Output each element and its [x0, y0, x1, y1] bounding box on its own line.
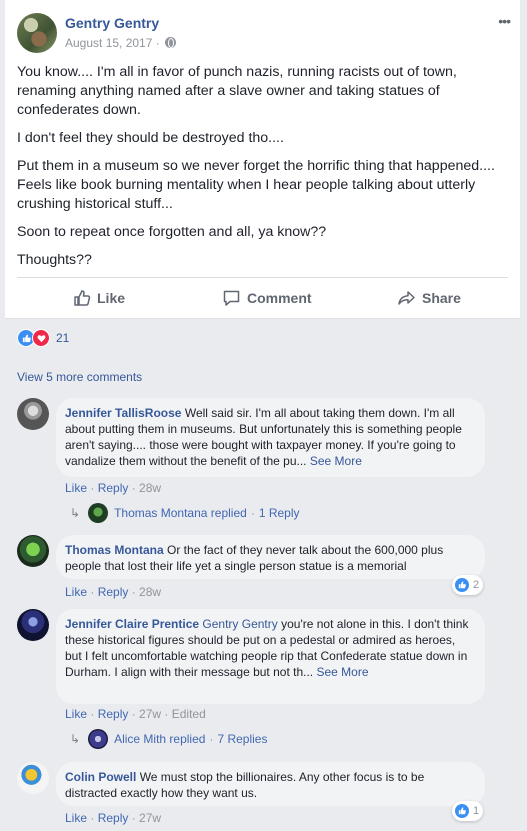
comment-meta: Like · Reply · 27w · Edited	[65, 707, 206, 721]
love-reaction-icon	[32, 329, 50, 347]
commenter-name[interactable]: Thomas Montana	[65, 543, 164, 557]
see-more-link[interactable]: See More	[310, 454, 362, 468]
comment-reply-link[interactable]: Reply	[98, 585, 129, 599]
like-reaction-icon	[454, 577, 470, 593]
comment-reply-link[interactable]: Reply	[98, 811, 129, 825]
divider	[17, 277, 508, 278]
post-paragraph: I don't feel they should be destroyed th…	[17, 130, 284, 146]
comment-like-link[interactable]: Like	[65, 707, 87, 721]
commenter-avatar[interactable]	[17, 398, 49, 430]
post-paragraph: You know.... I'm all in favor of punch n…	[17, 64, 457, 118]
see-more-link[interactable]: See More	[316, 665, 368, 679]
reaction-count: 21	[56, 331, 70, 345]
like-label: Like	[97, 290, 126, 306]
more-options-icon[interactable]: •••	[498, 13, 511, 29]
comment-bubble: Thomas Montana Or the fact of they never…	[56, 535, 485, 579]
view-more-comments-link[interactable]: View 5 more comments	[17, 370, 142, 384]
comment-meta: Like · Reply · 28w	[65, 481, 162, 495]
comment-meta: Like · Reply · 27w	[65, 811, 162, 825]
post-timestamp[interactable]: August 15, 2017 ·	[65, 36, 160, 50]
comment-bubble: Colin Powell We must stop the billionair…	[56, 762, 485, 806]
comment-time[interactable]: 27w	[139, 707, 161, 721]
reply-count: 7 Replies	[217, 732, 268, 746]
share-button[interactable]: Share	[397, 281, 461, 315]
post-action-bar: Like Comment Share	[5, 281, 520, 315]
reply-avatar	[88, 729, 109, 749]
post-author-avatar[interactable]	[17, 13, 57, 53]
commenter-name[interactable]: Jennifer TallisRoose	[65, 406, 181, 420]
comment-reaction-count: 1	[473, 805, 480, 817]
reply-arrow-icon: ↳	[70, 506, 81, 520]
commenter-avatar[interactable]	[17, 762, 49, 794]
comment-bubble: Jennifer Claire Prentice Gentry Gentry y…	[56, 609, 485, 704]
reply-author: Thomas Montana replied	[114, 506, 247, 520]
reactions-summary[interactable]: 21	[17, 329, 69, 347]
post-author-name[interactable]: Gentry Gentry	[65, 15, 159, 31]
commenter-name[interactable]: Colin Powell	[65, 770, 136, 784]
share-label: Share	[422, 290, 461, 306]
like-button[interactable]: Like	[73, 281, 125, 315]
tagged-user-link[interactable]: Gentry Gentry	[202, 617, 277, 631]
commenter-avatar[interactable]	[17, 535, 49, 567]
globe-icon	[165, 37, 176, 48]
comment-button[interactable]: Comment	[222, 281, 312, 315]
comment-reaction-count: 2	[473, 579, 480, 591]
reply-count: 1 Reply	[258, 506, 300, 520]
comment-time[interactable]: 27w	[139, 811, 161, 825]
post-paragraph: Soon to repeat once forgotten and all, y…	[17, 224, 327, 240]
post-text: You know.... I'm all in favor of punch n…	[17, 63, 507, 279]
comment-like-link[interactable]: Like	[65, 585, 87, 599]
commenter-avatar[interactable]	[17, 609, 49, 641]
replies-link[interactable]: ↳ Thomas Montana replied · 1 Reply	[70, 503, 300, 523]
post-paragraph: Put them in a museum so we never forget …	[17, 158, 495, 212]
reply-arrow-icon: ↳	[70, 732, 81, 746]
comment-reaction-badge[interactable]: 1	[452, 801, 484, 821]
post-paragraph: Thoughts??	[17, 252, 92, 268]
share-arrow-icon	[398, 291, 415, 305]
replies-link[interactable]: ↳ Alice Mith replied · 7 Replies	[70, 729, 267, 749]
comment-time[interactable]: 28w	[139, 585, 161, 599]
thumbs-up-icon	[74, 290, 91, 306]
comment-reaction-badge[interactable]: 2	[452, 575, 484, 595]
edited-label[interactable]: Edited	[172, 707, 206, 721]
comment-bubble: Jennifer TallisRoose Well said sir. I'm …	[56, 398, 485, 477]
comment-meta: Like · Reply · 28w	[65, 585, 162, 599]
commenter-name[interactable]: Jennifer Claire Prentice	[65, 617, 199, 631]
comment-icon	[223, 290, 240, 306]
post-card: Gentry Gentry August 15, 2017 · ••• You …	[5, 0, 520, 319]
like-reaction-icon	[454, 803, 470, 819]
reply-avatar	[88, 503, 109, 523]
comment-label: Comment	[247, 290, 312, 306]
reply-author: Alice Mith replied	[114, 732, 206, 746]
comment-time[interactable]: 28w	[139, 481, 161, 495]
comment-reply-link[interactable]: Reply	[98, 481, 129, 495]
comment-reply-link[interactable]: Reply	[98, 707, 129, 721]
comment-like-link[interactable]: Like	[65, 811, 87, 825]
comment-like-link[interactable]: Like	[65, 481, 87, 495]
